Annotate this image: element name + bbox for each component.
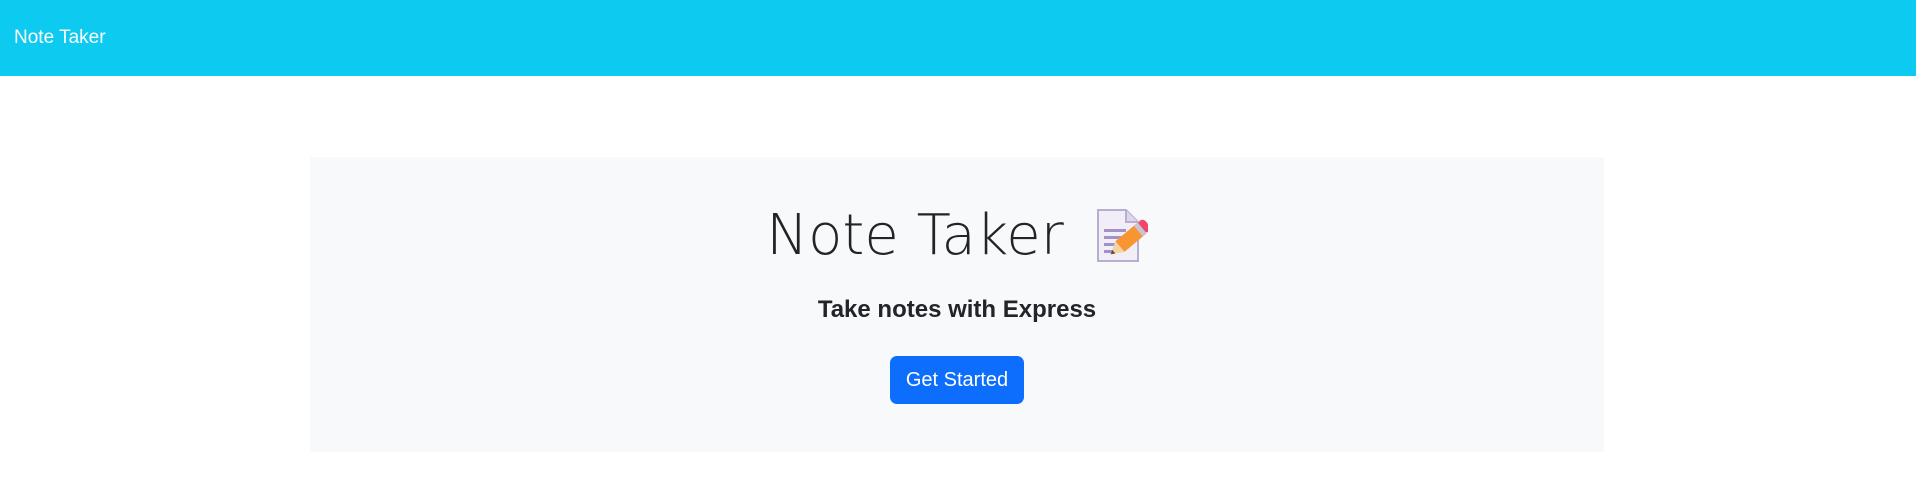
page-title: Note Taker (766, 203, 1064, 268)
navbar-brand[interactable]: Note Taker (14, 27, 106, 49)
hero-title-row: Note Taker (310, 207, 1604, 265)
hero-panel: Note Taker Take notes with Express Get S… (310, 157, 1604, 452)
memo-icon (1092, 207, 1151, 265)
navbar: Note Taker (0, 0, 1916, 76)
hero-subtitle: Take notes with Express (817, 296, 1097, 323)
get-started-button[interactable]: Get Started (890, 356, 1024, 404)
